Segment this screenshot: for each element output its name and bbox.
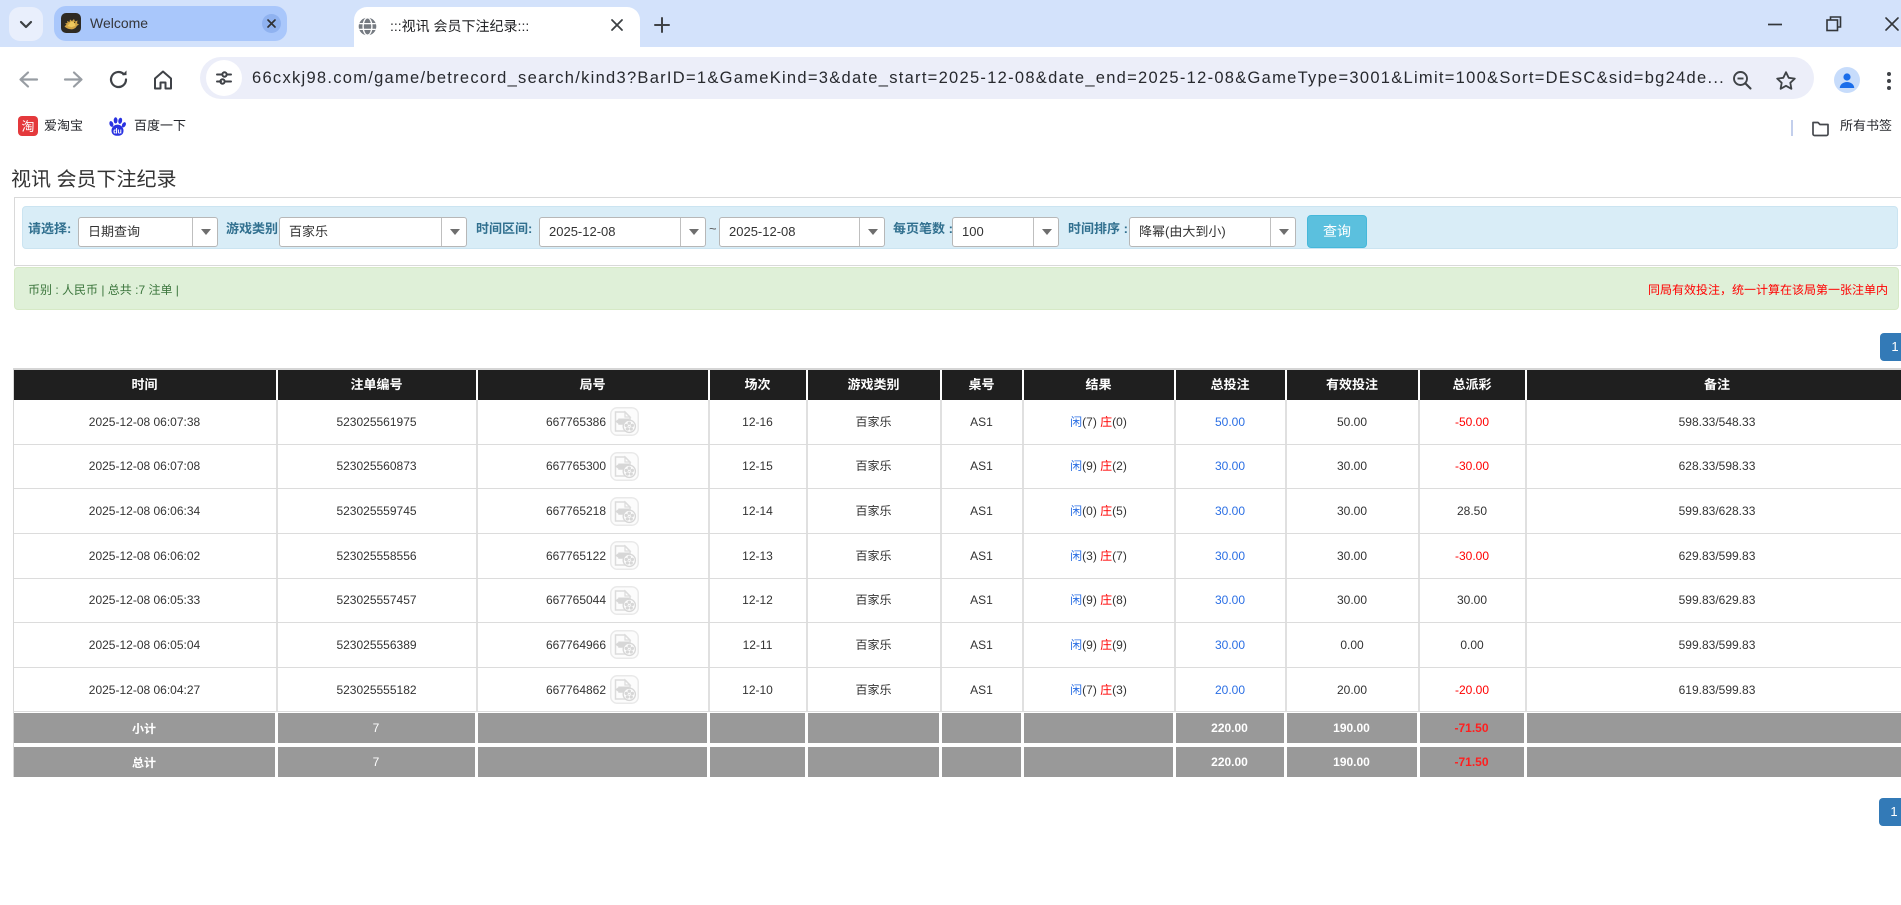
svg-text:du: du	[113, 129, 122, 136]
